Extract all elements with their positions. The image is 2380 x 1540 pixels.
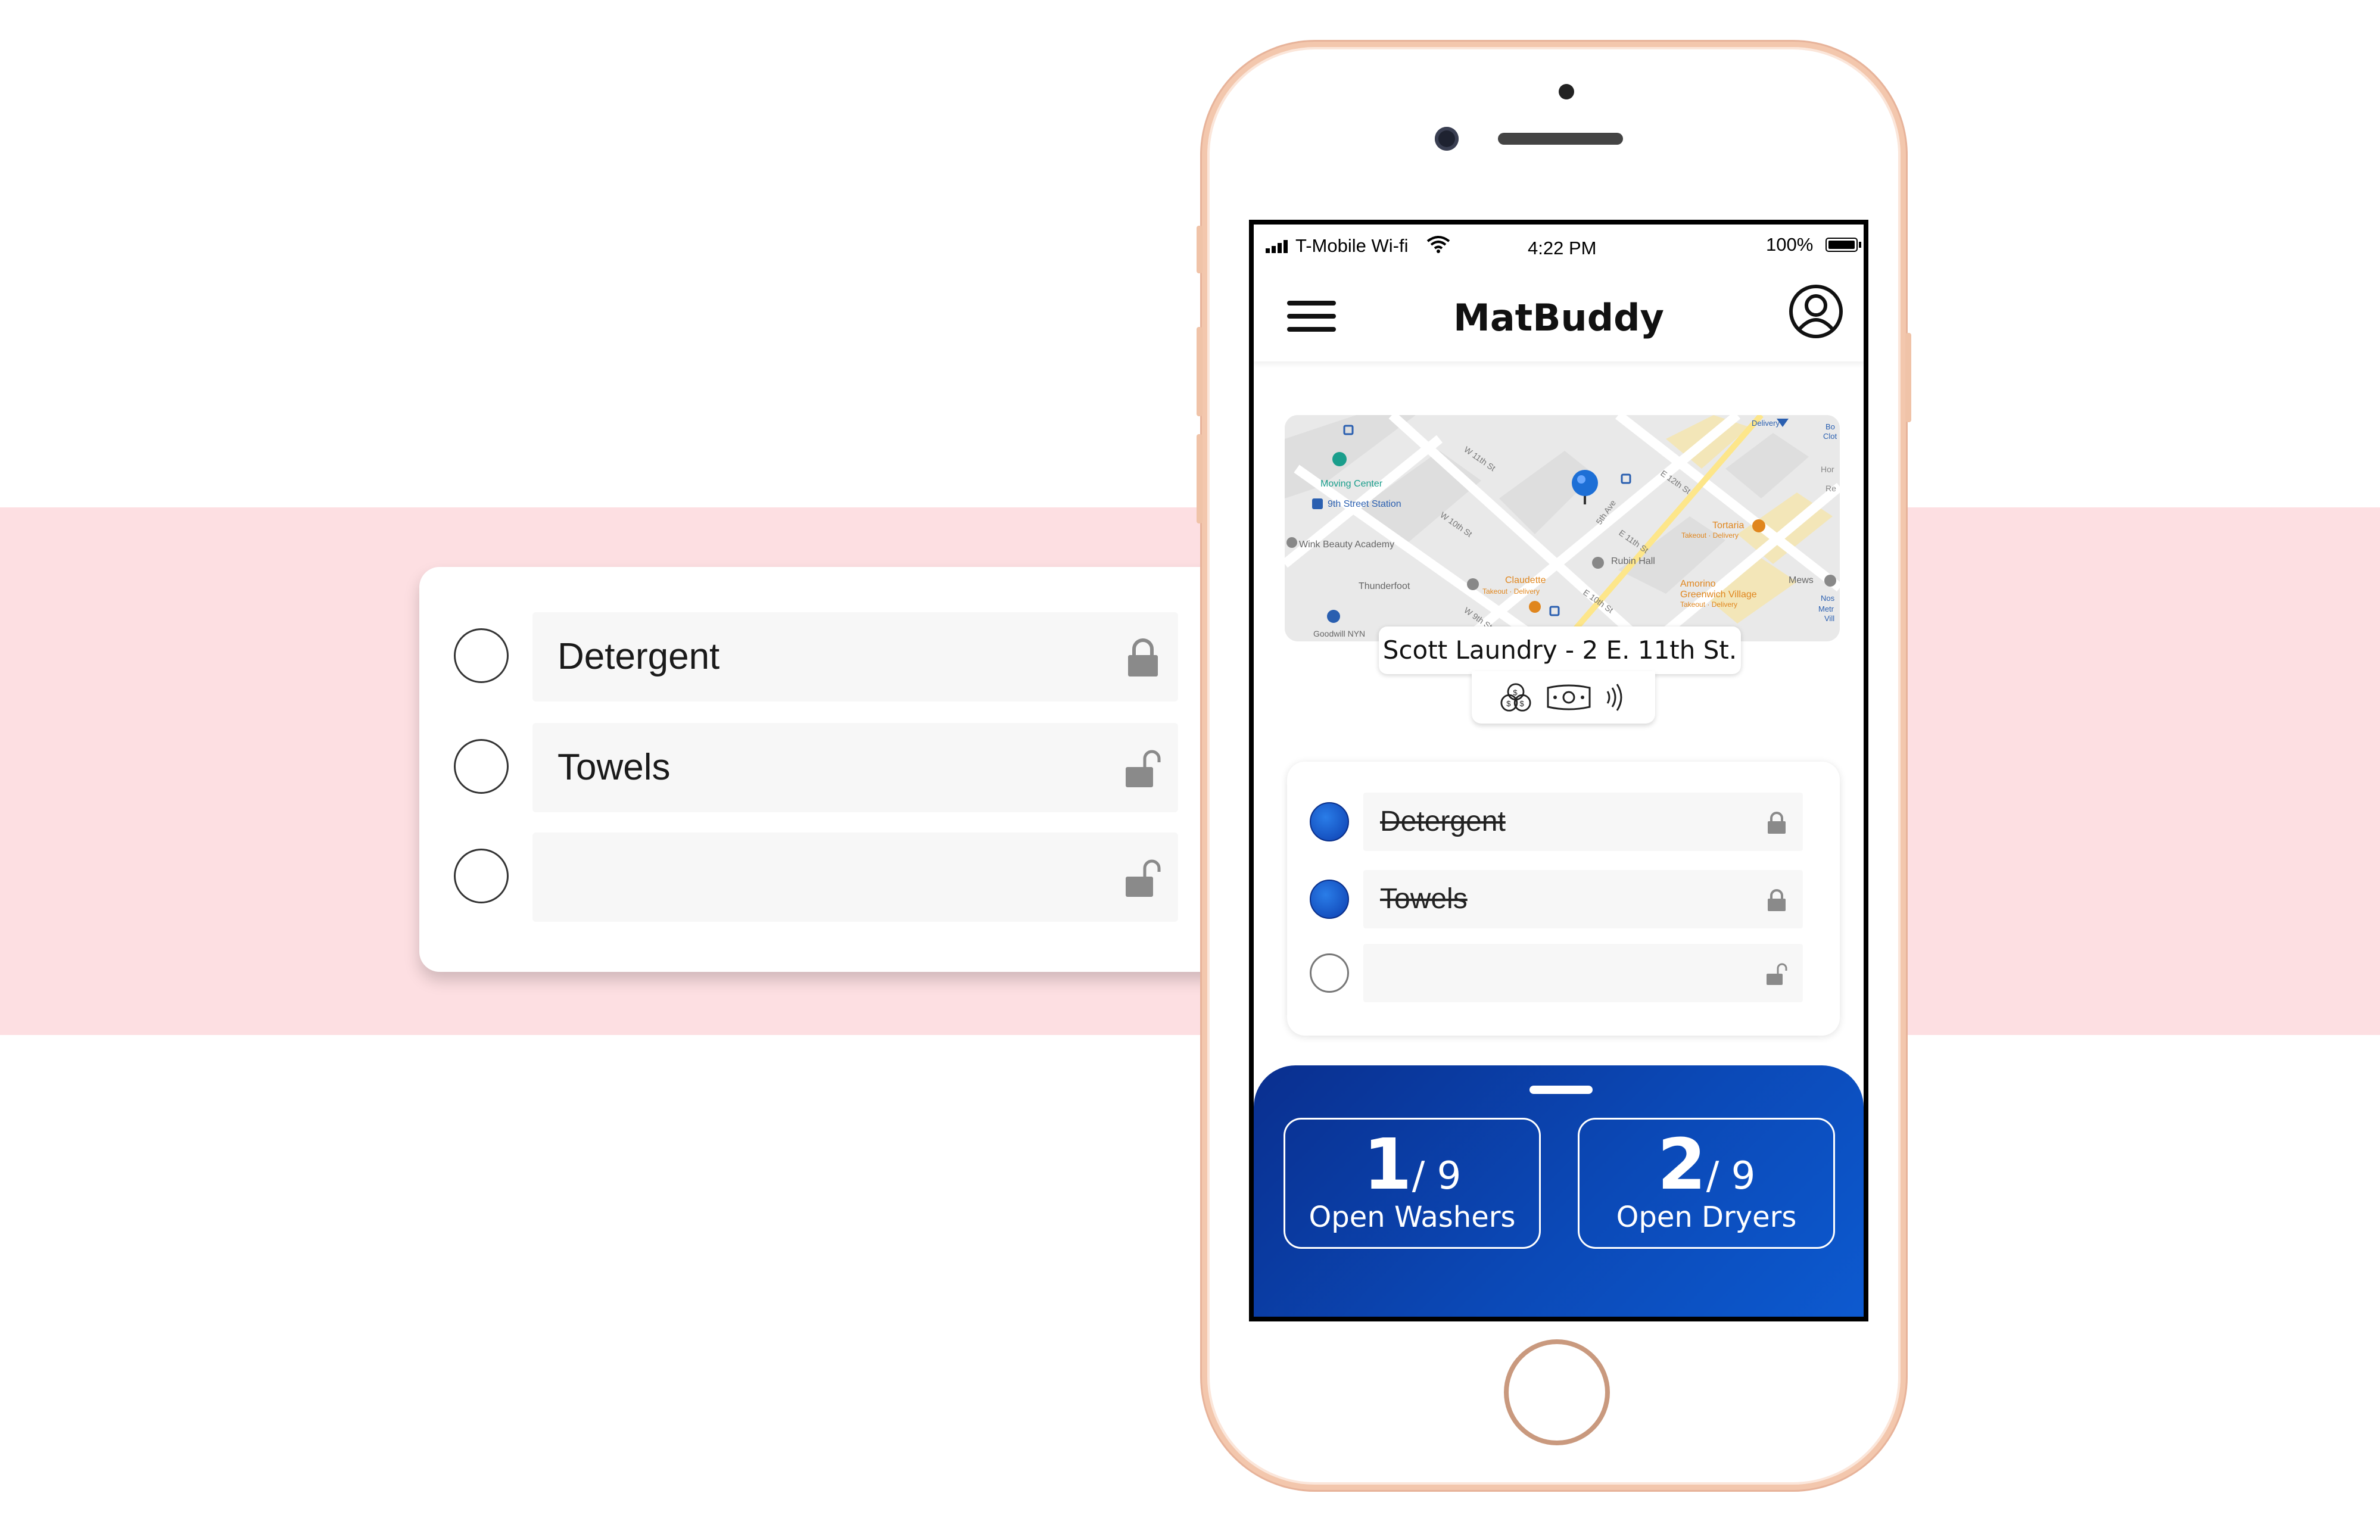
clock: 4:22 PM bbox=[1528, 238, 1597, 258]
item-label: Towels bbox=[557, 747, 671, 788]
checkbox[interactable] bbox=[1310, 953, 1349, 993]
map-poi-label: Delivery bbox=[1752, 419, 1780, 428]
checkbox[interactable] bbox=[454, 739, 509, 794]
map-poi-label: Goodwill NYN bbox=[1313, 629, 1365, 638]
lock-open-icon[interactable] bbox=[1124, 749, 1161, 788]
map-poi-label: Takeout · Delivery bbox=[1681, 531, 1739, 540]
mute-switch bbox=[1197, 226, 1203, 273]
battery-tip bbox=[1859, 242, 1861, 248]
contactless-icon bbox=[1606, 684, 1622, 711]
map-poi-label: Moving Center bbox=[1320, 479, 1383, 489]
map-edge-label: Nos bbox=[1821, 594, 1835, 603]
coins-icon: $ $ $ bbox=[1500, 683, 1531, 712]
item-field[interactable]: Towels bbox=[1363, 870, 1803, 928]
checklist-item: Towels bbox=[1310, 870, 1822, 928]
svg-text:$: $ bbox=[1506, 699, 1511, 708]
lock-closed-icon[interactable] bbox=[1766, 812, 1787, 834]
machine-availability-drawer[interactable]: 1 / 9 Open Washers 2 / 9 Open Dryers bbox=[1254, 1065, 1864, 1317]
checklist-item: Detergent bbox=[454, 612, 1186, 702]
washers-total: / 9 bbox=[1412, 1154, 1462, 1198]
open-dryers-card[interactable]: 2 / 9 Open Dryers bbox=[1578, 1118, 1835, 1249]
checklist-item bbox=[1310, 944, 1822, 1002]
svg-text:$: $ bbox=[1520, 699, 1525, 708]
signal-icon bbox=[1266, 240, 1288, 253]
washers-open: 1 bbox=[1363, 1123, 1412, 1205]
app-title: MatBuddy bbox=[1453, 296, 1664, 339]
lock-open-icon[interactable] bbox=[1124, 859, 1161, 898]
map-poi-label: Wink Beauty Academy bbox=[1299, 540, 1394, 550]
volume-up-button bbox=[1197, 327, 1203, 416]
item-field[interactable]: Towels bbox=[532, 723, 1178, 812]
dryers-total: / 9 bbox=[1706, 1154, 1756, 1198]
checklist-item: Detergent bbox=[1310, 793, 1822, 851]
map-edge-label: Vill bbox=[1824, 614, 1834, 623]
checklist-card-enlarged: Detergent Towels bbox=[419, 567, 1229, 972]
volume-down-button bbox=[1197, 434, 1203, 523]
map-poi-label: Greenwich Village bbox=[1680, 590, 1757, 600]
washers-count: 1 / 9 bbox=[1285, 1123, 1539, 1205]
item-label: Towels bbox=[1380, 883, 1468, 915]
battery-icon bbox=[1826, 238, 1858, 252]
dryers-label: Open Dryers bbox=[1616, 1201, 1797, 1234]
map-edge-label: Bo bbox=[1826, 422, 1835, 431]
cash-icon bbox=[1547, 684, 1591, 710]
washers-label: Open Washers bbox=[1309, 1201, 1516, 1234]
payment-methods: $ $ $ bbox=[1472, 671, 1655, 724]
drawer-handle[interactable] bbox=[1529, 1086, 1593, 1094]
map-poi-label: Tortaria bbox=[1712, 520, 1744, 531]
item-field[interactable]: Detergent bbox=[532, 612, 1178, 702]
app-header: MatBuddy bbox=[1254, 260, 1864, 361]
checkbox-checked[interactable] bbox=[1310, 880, 1349, 919]
battery-percent: 100% bbox=[1766, 234, 1814, 255]
power-button bbox=[1905, 333, 1911, 422]
map-edge-label: Metr bbox=[1818, 604, 1834, 613]
open-washers-card[interactable]: 1 / 9 Open Washers bbox=[1284, 1118, 1541, 1249]
map-poi-label: Takeout · Delivery bbox=[1680, 600, 1737, 609]
map-poi-label: 9th Street Station bbox=[1328, 499, 1401, 509]
checkbox-checked[interactable] bbox=[1310, 802, 1349, 841]
item-label: Detergent bbox=[1380, 806, 1506, 837]
checklist-item bbox=[454, 833, 1186, 922]
lock-open-icon[interactable] bbox=[1766, 963, 1787, 986]
svg-text:$: $ bbox=[1513, 688, 1518, 697]
home-button[interactable] bbox=[1504, 1339, 1610, 1445]
map-poi-label: Rubin Hall bbox=[1611, 556, 1655, 566]
map-poi-label: Takeout · Delivery bbox=[1482, 587, 1540, 596]
phone-frame: T-Mobile Wi-fi 4:22 PM 100% MatBuddy W 1… bbox=[1197, 42, 1911, 1490]
item-field[interactable]: Detergent bbox=[1363, 793, 1803, 851]
lock-closed-icon[interactable] bbox=[1766, 889, 1787, 912]
map-edge-label: Hor bbox=[1821, 465, 1834, 474]
lock-closed-icon[interactable] bbox=[1124, 638, 1161, 678]
map-view[interactable]: W 11th St W 10th St W 9th St E 12th St E… bbox=[1285, 415, 1840, 641]
item-label: Detergent bbox=[557, 636, 720, 677]
carrier-label: T-Mobile Wi-fi bbox=[1295, 235, 1409, 256]
map-edge-label: Re bbox=[1826, 484, 1836, 493]
proximity-sensor bbox=[1559, 84, 1574, 99]
checklist-item: Towels bbox=[454, 723, 1186, 812]
dryers-count: 2 / 9 bbox=[1580, 1123, 1833, 1205]
checklist-card: Detergent Towels bbox=[1287, 762, 1840, 1036]
front-camera bbox=[1435, 127, 1459, 151]
item-field[interactable] bbox=[532, 833, 1178, 922]
checkbox[interactable] bbox=[454, 628, 509, 683]
phone-screen: T-Mobile Wi-fi 4:22 PM 100% MatBuddy W 1… bbox=[1249, 220, 1868, 1321]
map-poi-label: Claudette bbox=[1505, 575, 1546, 585]
earpiece-speaker bbox=[1498, 133, 1623, 145]
location-name[interactable]: Scott Laundry - 2 E. 11th St. bbox=[1379, 626, 1741, 674]
profile-icon[interactable] bbox=[1789, 284, 1843, 339]
dryers-open: 2 bbox=[1657, 1123, 1706, 1205]
map-poi-label: Amorino bbox=[1680, 579, 1716, 589]
status-bar: T-Mobile Wi-fi 4:22 PM 100% bbox=[1254, 225, 1864, 260]
map-edge-label: Clot bbox=[1823, 432, 1837, 441]
item-field[interactable] bbox=[1363, 944, 1803, 1002]
checkbox[interactable] bbox=[454, 849, 509, 903]
map-poi-label: Thunderfoot bbox=[1359, 581, 1410, 591]
wifi-icon bbox=[1426, 236, 1450, 253]
map-poi-label: Mews bbox=[1789, 575, 1814, 585]
